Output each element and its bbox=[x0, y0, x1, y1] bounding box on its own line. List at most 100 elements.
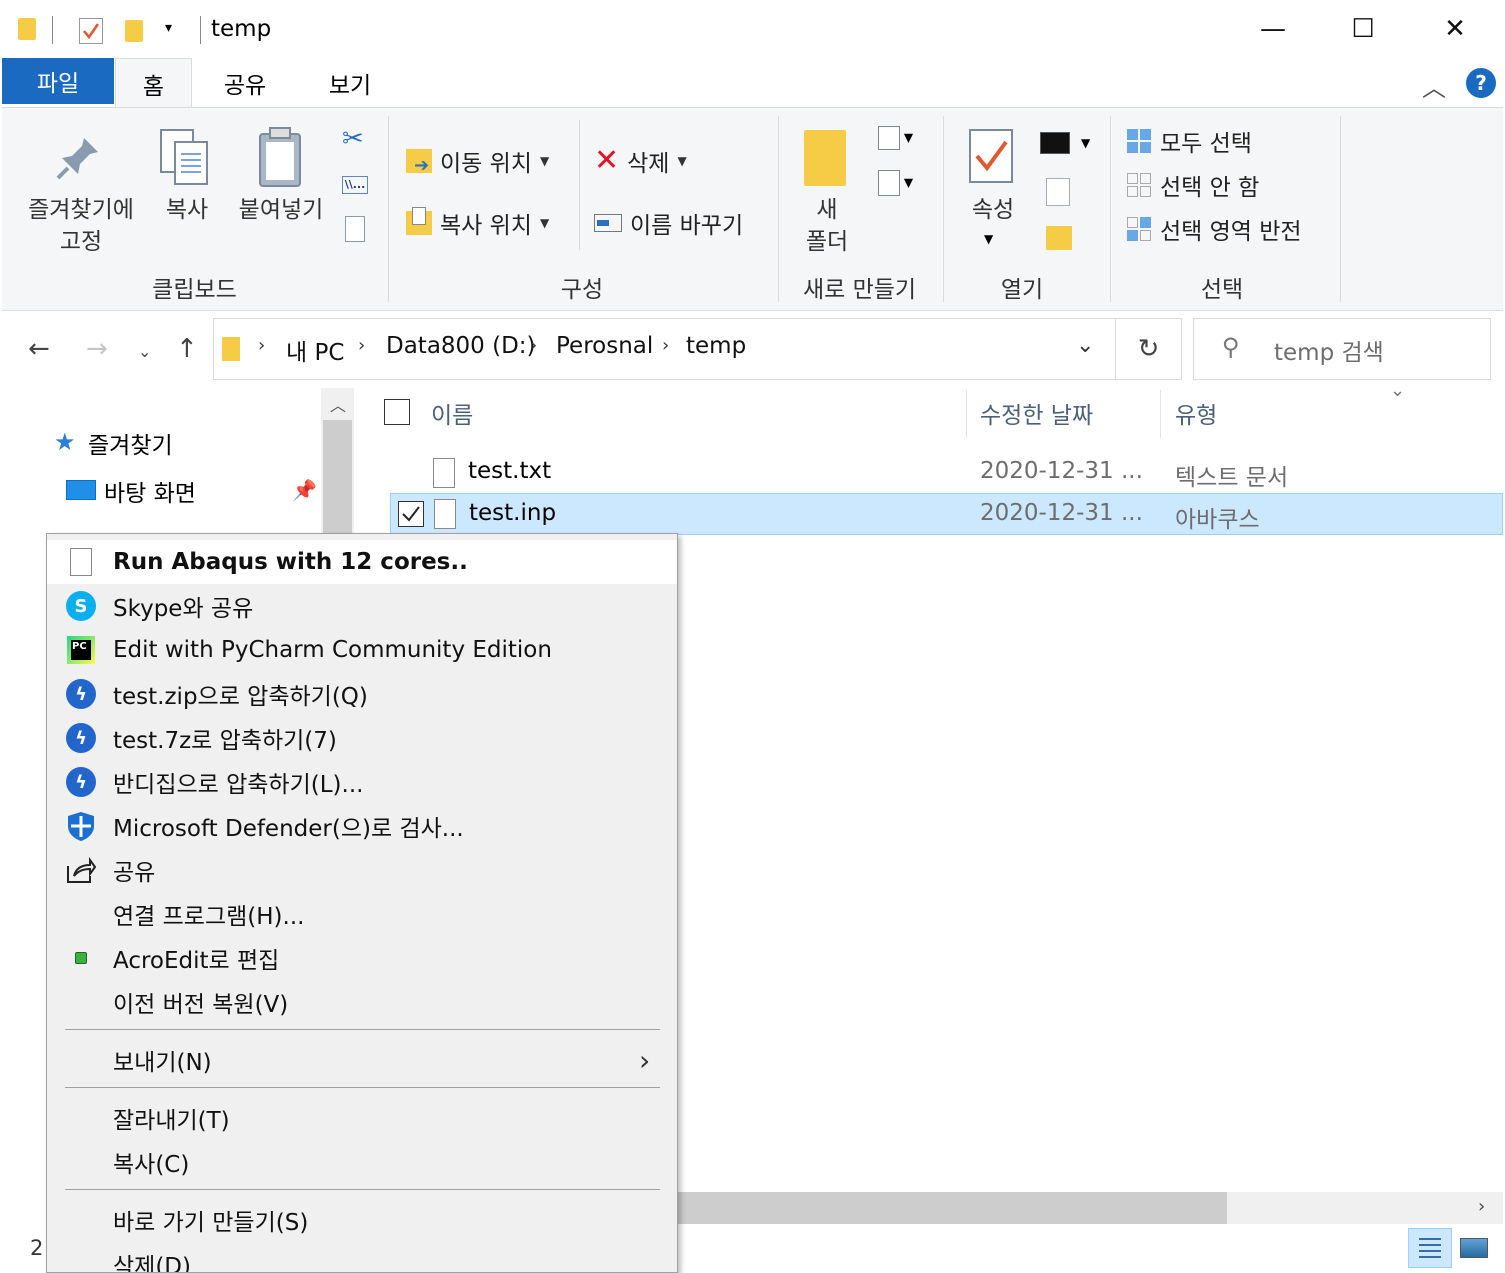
row-checkbox[interactable] bbox=[398, 501, 424, 527]
select-none-button[interactable]: 선택 안 함 bbox=[1126, 168, 1259, 202]
menu-item-skype-share[interactable]: S Skype와 공유 bbox=[47, 584, 677, 628]
rename-button[interactable]: 이름 바꾸기 bbox=[594, 206, 743, 240]
menu-item-run-abaqus[interactable]: Run Abaqus with 12 cores.. bbox=[47, 540, 677, 584]
paste-icon bbox=[256, 126, 304, 192]
tab-share[interactable]: 공유 bbox=[205, 58, 285, 108]
select-none-label: 선택 안 함 bbox=[1160, 175, 1260, 201]
menu-item-bandizip[interactable]: ϟ 반디집으로 압축하기(L)... bbox=[47, 760, 677, 804]
menu-item-delete[interactable]: 삭제(D) bbox=[47, 1242, 677, 1272]
large-icons-view-icon[interactable] bbox=[1460, 1238, 1488, 1258]
properties-dropdown-icon[interactable]: ▼ bbox=[984, 232, 993, 246]
file-name: test.txt bbox=[468, 458, 552, 484]
menu-item-7z[interactable]: ϟ test.7z로 압축하기(7) bbox=[47, 716, 677, 760]
close-button[interactable]: ✕ bbox=[1409, 0, 1501, 58]
column-header-name[interactable]: 이름 bbox=[431, 396, 473, 430]
maximize-button[interactable]: ☐ bbox=[1317, 0, 1409, 58]
column-divider[interactable] bbox=[966, 390, 967, 438]
delete-button[interactable]: ✕ 삭제 ▼ bbox=[594, 144, 687, 178]
properties-button[interactable]: 속성 bbox=[958, 194, 1028, 226]
nav-scrollbar-thumb[interactable] bbox=[323, 420, 352, 540]
new-item-button[interactable]: ▼ bbox=[878, 126, 913, 150]
horizontal-scrollbar-thumb[interactable] bbox=[678, 1192, 1227, 1224]
pin-to-quick-access-button[interactable]: 즐겨찾기에 고정 bbox=[16, 194, 146, 258]
copy-to-button[interactable]: 복사 위치 ▼ bbox=[406, 206, 549, 240]
menu-item-cut[interactable]: 잘라내기(T) bbox=[47, 1096, 677, 1140]
properties-quick-access-icon[interactable] bbox=[79, 18, 103, 44]
acroedit-icon bbox=[65, 942, 97, 974]
collapse-ribbon-icon[interactable]: ︿ bbox=[1422, 68, 1446, 103]
search-box[interactable]: ⚲ temp 검색 bbox=[1193, 318, 1491, 380]
column-header-type[interactable]: 유형 bbox=[1175, 396, 1217, 430]
menu-item-share[interactable]: 공유 bbox=[47, 848, 677, 892]
nav-item-desktop[interactable]: 바탕 화면 bbox=[104, 474, 196, 508]
up-arrow-icon[interactable]: ↑ bbox=[176, 334, 198, 364]
breadcrumb-drive[interactable]: Data800 (D:) bbox=[386, 333, 536, 359]
tab-view[interactable]: 보기 bbox=[305, 58, 395, 108]
menu-item-label: 복사(C) bbox=[113, 1152, 190, 1178]
scroll-up-icon[interactable]: ︿ bbox=[330, 392, 346, 416]
scroll-right-icon[interactable]: › bbox=[1478, 1196, 1485, 1217]
file-name: test.inp bbox=[469, 500, 557, 526]
invert-selection-button[interactable]: 선택 영역 반전 bbox=[1126, 212, 1302, 246]
customize-quick-access-icon[interactable]: ▾ bbox=[165, 20, 172, 36]
chevron-right-icon[interactable]: › bbox=[530, 335, 537, 356]
chevron-right-icon[interactable]: › bbox=[258, 335, 265, 356]
address-bar[interactable]: › 내 PC › Data800 (D:) › Perosnal › temp … bbox=[213, 318, 1116, 380]
dropdown-arrow-icon[interactable]: ▼ bbox=[1081, 136, 1090, 150]
menu-item-defender-scan[interactable]: Microsoft Defender(으)로 검사... bbox=[47, 804, 677, 848]
breadcrumb-perosnal[interactable]: Perosnal bbox=[556, 333, 653, 359]
open-cmd-icon[interactable] bbox=[1040, 132, 1070, 154]
tab-file[interactable]: 파일 bbox=[2, 58, 114, 104]
file-row[interactable]: test.txt 2020-12-31 ... 텍스트 문서 bbox=[390, 452, 1503, 494]
new-folder-button[interactable]: 새 폴더 bbox=[792, 194, 862, 258]
chevron-right-icon[interactable]: › bbox=[358, 335, 365, 356]
minimize-button[interactable]: — bbox=[1227, 0, 1319, 58]
menu-item-open-with[interactable]: 연결 프로그램(H)... bbox=[47, 892, 677, 936]
submenu-chevron-icon: › bbox=[639, 1043, 651, 1077]
menu-item-copy[interactable]: 복사(C) bbox=[47, 1140, 677, 1184]
move-to-button[interactable]: ➔ 이동 위치 ▼ bbox=[406, 144, 549, 178]
properties-icon bbox=[968, 128, 1014, 188]
menu-item-pycharm[interactable]: PC Edit with PyCharm Community Edition bbox=[47, 628, 677, 672]
copy-button[interactable]: 복사 bbox=[157, 194, 217, 226]
nav-item-quick-access[interactable]: 즐겨찾기 bbox=[88, 426, 173, 460]
help-icon[interactable]: ? bbox=[1466, 68, 1496, 98]
file-row-selected[interactable]: test.inp 2020-12-31 ... 아바쿠스 bbox=[390, 493, 1503, 535]
title-bar: ▾ temp — ☐ ✕ bbox=[0, 0, 1505, 60]
easy-access-button[interactable]: ▼ bbox=[878, 170, 913, 196]
column-header-modified[interactable]: 수정한 날짜 bbox=[980, 396, 1093, 430]
details-view-icon[interactable] bbox=[1408, 1228, 1452, 1268]
menu-item-label: Run Abaqus with 12 cores.. bbox=[113, 549, 468, 575]
breadcrumb-my-pc[interactable]: 내 PC bbox=[286, 333, 344, 367]
back-arrow-icon[interactable]: ← bbox=[28, 334, 50, 364]
menu-item-send-to[interactable]: 보내기(N) › bbox=[47, 1038, 677, 1082]
chevron-right-icon[interactable]: › bbox=[662, 335, 669, 356]
copy-icon bbox=[159, 128, 211, 192]
forward-arrow-icon[interactable]: → bbox=[86, 334, 108, 364]
cut-icon[interactable]: ✂ bbox=[342, 124, 364, 154]
search-placeholder[interactable]: temp 검색 bbox=[1274, 333, 1384, 367]
select-all-checkbox[interactable] bbox=[384, 399, 410, 425]
tab-home[interactable]: 홈 bbox=[115, 58, 192, 108]
breadcrumb-temp[interactable]: temp bbox=[686, 333, 746, 359]
paste-shortcut-icon[interactable] bbox=[345, 216, 365, 242]
dropdown-arrow-icon: ▼ bbox=[903, 175, 914, 190]
history-icon[interactable] bbox=[1046, 226, 1072, 250]
menu-item-create-shortcut[interactable]: 바로 가기 만들기(S) bbox=[47, 1198, 677, 1242]
refresh-icon[interactable]: ↻ bbox=[1116, 318, 1182, 380]
copy-to-label: 복사 위치 bbox=[440, 213, 532, 239]
menu-item-acroedit[interactable]: AcroEdit로 편집 bbox=[47, 936, 677, 980]
paste-button[interactable]: 붙여넣기 bbox=[230, 194, 332, 226]
group-divider bbox=[943, 116, 944, 302]
file-modified: 2020-12-31 ... bbox=[980, 500, 1143, 526]
new-folder-quick-access-icon[interactable] bbox=[125, 20, 143, 42]
pin-icon[interactable]: 📌 bbox=[292, 478, 317, 502]
recent-locations-chevron-icon[interactable]: ⌄ bbox=[138, 342, 151, 361]
menu-item-restore-previous[interactable]: 이전 버전 복원(V) bbox=[47, 980, 677, 1024]
copy-path-icon[interactable]: \\... bbox=[342, 176, 368, 194]
select-all-button[interactable]: 모두 선택 bbox=[1126, 124, 1252, 158]
address-history-chevron-icon[interactable]: ⌄ bbox=[1076, 333, 1094, 358]
column-divider[interactable] bbox=[1160, 390, 1161, 438]
edit-icon[interactable] bbox=[1046, 178, 1070, 206]
menu-item-zip[interactable]: ϟ test.zip으로 압축하기(Q) bbox=[47, 672, 677, 716]
